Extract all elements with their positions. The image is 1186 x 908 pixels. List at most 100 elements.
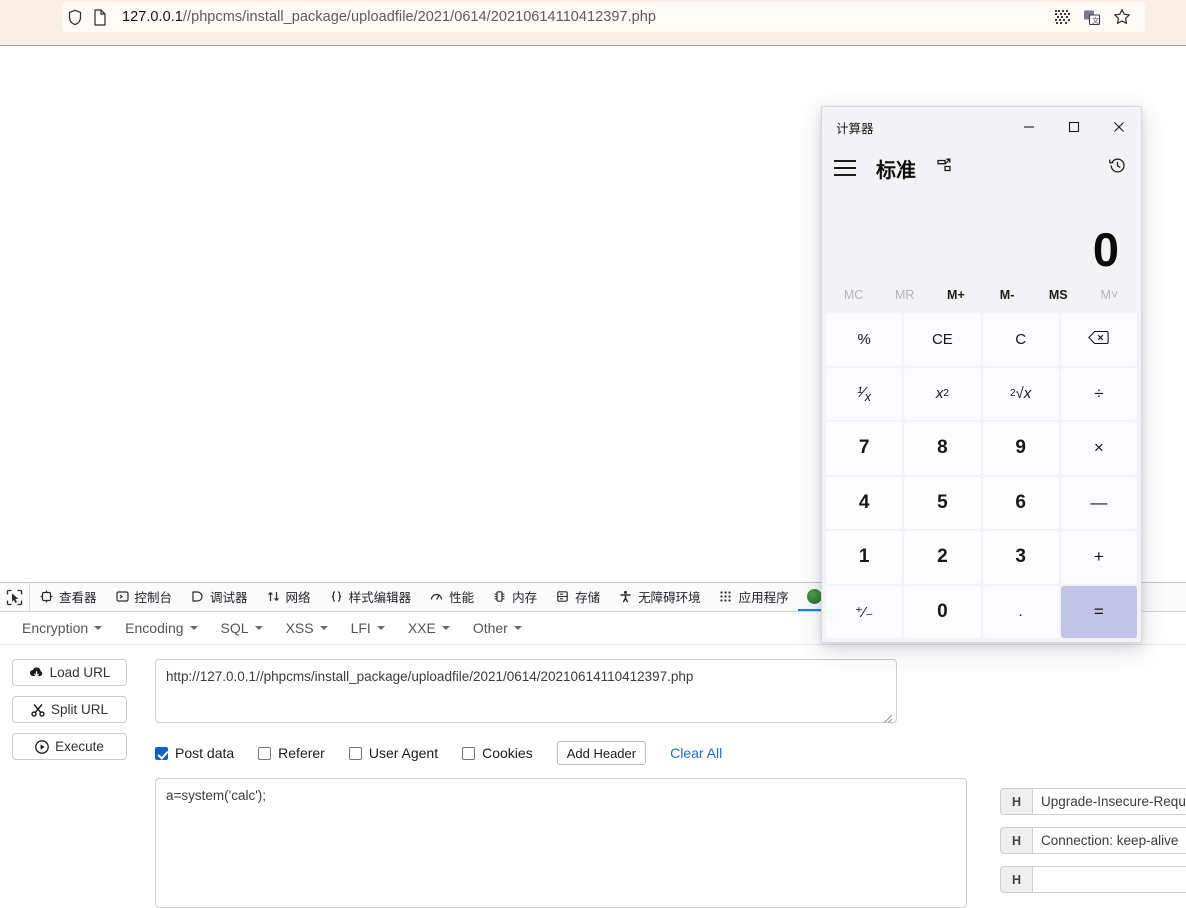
option-user-agent[interactable]: User Agent [348,745,438,761]
checkbox[interactable] [348,746,362,760]
backspace-icon [1088,330,1110,349]
key-8[interactable]: 8 [904,422,981,475]
load-url-button[interactable]: Load URL [12,659,127,686]
key-divide[interactable]: ÷ [1060,367,1137,420]
menu-xxe[interactable]: XXE [398,616,460,640]
menu-lfi[interactable]: LFI [341,616,395,640]
memory-list-button[interactable]: M˅ [1084,288,1135,302]
svg-text:文: 文 [1092,16,1099,25]
option-label: Referer [278,745,325,761]
calculator-titlebar[interactable]: 计算器 [822,107,1141,147]
key-square[interactable]: x2 [904,367,981,420]
key-6[interactable]: 6 [982,476,1059,529]
key-7[interactable]: 7 [826,422,903,475]
url-input[interactable] [155,659,897,723]
page-icon [90,6,110,28]
chevron-down-icon [189,626,198,630]
textarea-resize-grip[interactable] [880,711,894,725]
application-icon [719,589,734,604]
hackbar-body: Load URL Split URL Execute http://127.0.… [0,645,1186,908]
key-subtract[interactable]: — [1060,476,1137,529]
checkbox[interactable] [155,746,168,760]
chevron-down-icon [513,626,522,630]
minimize-button[interactable] [1006,107,1051,147]
devtools-tab-application[interactable]: 应用程序 [710,583,798,611]
devtools-tab-inspector[interactable]: 查看器 [30,583,106,611]
devtools-tab-memory[interactable]: 内存 [483,583,546,611]
header-row[interactable]: H [1000,866,1186,893]
key-5[interactable]: 5 [904,476,981,529]
url-text[interactable]: 127.0.0.1//phpcms/install_package/upload… [122,9,1054,25]
devtools-tab-label: 无障碍环境 [638,590,701,605]
header-value[interactable]: Upgrade-Insecure-Requests: 1 [1032,788,1186,815]
address-bar-actions: 文 [1054,8,1131,26]
devtools-tab-network[interactable]: 网络 [257,583,320,611]
split-url-button[interactable]: Split URL [12,696,127,723]
maximize-button[interactable] [1051,107,1096,147]
devtools-tab-style-editor[interactable]: 样式编辑器 [320,583,421,611]
menu-encoding[interactable]: Encoding [115,616,207,640]
keep-on-top-icon[interactable] [936,157,953,179]
key-3[interactable]: 3 [982,531,1059,584]
close-button[interactable] [1096,107,1141,147]
header-row[interactable]: H Upgrade-Insecure-Requests: 1 [1000,788,1186,815]
menu-label: XXE [407,620,436,636]
key-plus-minus[interactable]: ⁺⁄₋ [826,585,903,638]
key-add[interactable]: + [1060,531,1137,584]
option-referer[interactable]: Referer [258,745,325,761]
header-row[interactable]: H Connection: keep-alive [1000,827,1186,854]
memory-recall-button[interactable]: MR [879,288,930,302]
key-percent[interactable]: % [826,313,903,366]
key-decimal[interactable]: . [982,585,1059,638]
devtools-tab-accessibility[interactable]: 无障碍环境 [609,583,710,611]
key-backspace[interactable] [1060,313,1137,366]
menu-label: Encryption [22,620,89,636]
key-multiply[interactable]: × [1060,422,1137,475]
post-data-input[interactable] [155,778,967,908]
hamburger-menu-icon[interactable] [834,160,856,176]
key-0[interactable]: 0 [904,585,981,638]
bookmark-star-icon[interactable] [1113,8,1131,26]
key-clear[interactable]: C [982,313,1059,366]
devtools-tab-console[interactable]: 控制台 [106,583,182,611]
execute-button[interactable]: Execute [12,733,127,760]
memory-subtract-button[interactable]: M- [982,288,1033,302]
checkbox[interactable] [258,746,272,760]
add-header-button[interactable]: Add Header [556,741,647,765]
memory-store-button[interactable]: MS [1033,288,1084,302]
key-4[interactable]: 4 [826,476,903,529]
menu-other[interactable]: Other [463,616,532,640]
option-post-data[interactable]: Post data [155,745,234,761]
option-cookies[interactable]: Cookies [462,745,533,761]
devtools-tab-label: 调试器 [210,590,248,605]
calculator-mode-title: 标准 [876,159,916,182]
devtools-tab-storage[interactable]: 存储 [546,583,609,611]
window-title: 计算器 [836,121,874,136]
header-value[interactable] [1032,866,1186,893]
key-clear-entry[interactable]: CE [904,313,981,366]
qr-code-icon[interactable] [1054,9,1071,26]
devtools-tab-performance[interactable]: 性能 [420,583,483,611]
address-bar[interactable]: 127.0.0.1//phpcms/install_package/upload… [62,2,1145,32]
key-1[interactable]: 1 [826,531,903,584]
key-equals[interactable]: = [1060,585,1137,638]
memory-clear-button[interactable]: MC [828,288,879,302]
menu-xss[interactable]: XSS [276,616,338,640]
header-value[interactable]: Connection: keep-alive [1032,827,1186,854]
translate-icon[interactable]: 文 [1083,9,1101,26]
devtools-tab-debugger[interactable]: 调试器 [181,583,257,611]
checkbox[interactable] [462,746,476,760]
memory-add-button[interactable]: M+ [930,288,981,302]
debugger-icon [190,589,205,604]
menu-encryption[interactable]: Encryption [12,616,112,640]
key-2[interactable]: 2 [904,531,981,584]
element-picker-button[interactable] [0,583,30,611]
key-reciprocal[interactable]: ¹⁄x [826,367,903,420]
menu-sql[interactable]: SQL [211,616,273,640]
button-label: Execute [55,739,104,754]
shield-icon[interactable] [64,6,86,28]
key-square-root[interactable]: 2 √ x [982,367,1059,420]
key-9[interactable]: 9 [982,422,1059,475]
history-icon[interactable] [1108,156,1127,180]
clear-all-link[interactable]: Clear All [670,745,722,761]
